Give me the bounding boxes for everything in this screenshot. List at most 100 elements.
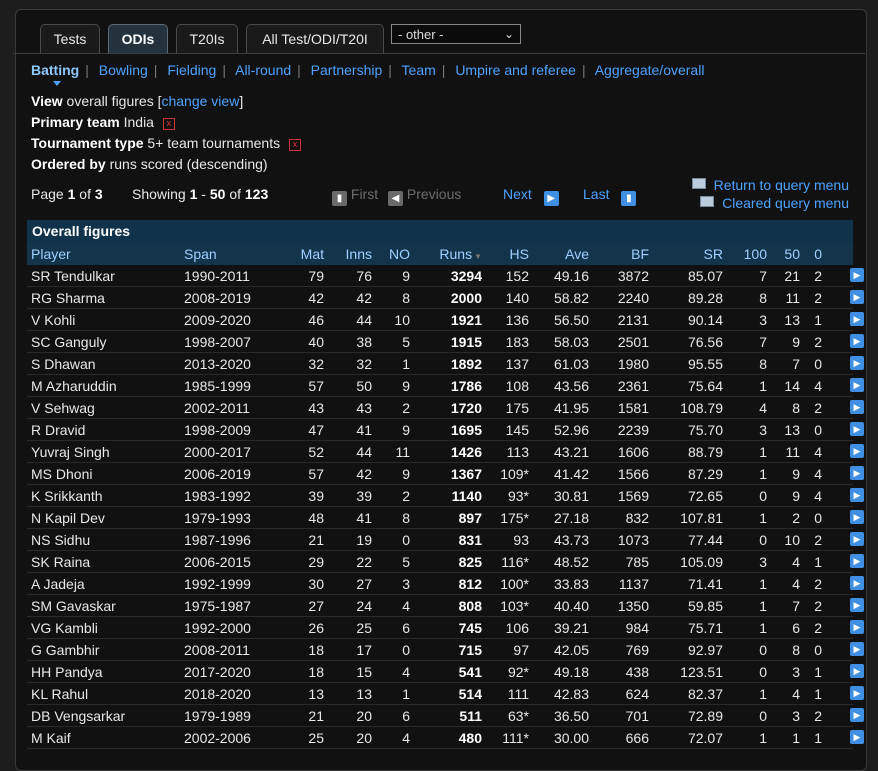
row-detail-arrow-icon[interactable]: ▶	[850, 400, 864, 414]
remove-filter-icon[interactable]: x	[162, 118, 175, 130]
nav-aggregate[interactable]: Aggregate/overall	[595, 62, 705, 78]
row-detail-arrow-icon[interactable]: ▶	[850, 708, 864, 722]
row-detail-arrow-icon[interactable]: ▶	[850, 290, 864, 304]
nav-umpire-referee[interactable]: Umpire and referee	[455, 62, 576, 78]
last-page-button[interactable]: Last ▮	[583, 186, 637, 206]
column-header-hundreds[interactable]: 100	[727, 243, 767, 265]
column-header-player[interactable]: Player	[31, 243, 181, 265]
cell-mat: 57	[308, 466, 324, 482]
cell-bf: 666	[625, 730, 649, 746]
cell-hundreds: 0	[759, 708, 767, 724]
row-detail-arrow-icon[interactable]: ▶	[850, 598, 864, 612]
tab-tests[interactable]: Tests	[40, 24, 100, 53]
cell-hs: 103*	[500, 598, 529, 614]
cell-mat: 40	[308, 334, 324, 350]
cell-runs: 1720	[450, 400, 482, 416]
table-row: K Srikkanth 1983-1992 39 39 2 1140 93* 30.81 156…	[27, 485, 864, 507]
row-detail-arrow-icon[interactable]: ▶	[850, 334, 864, 348]
cell-hs: 145	[505, 422, 529, 438]
stats-table: Overall figures Player Span Mat Inns NO Runs ▼…	[27, 220, 864, 749]
cell-runs: 897	[458, 510, 482, 526]
cell-ducks: 2	[814, 708, 822, 724]
cell-ducks: 2	[814, 576, 822, 592]
row-detail-arrow-icon[interactable]: ▶	[850, 642, 864, 656]
table-row: SR Tendulkar 1990-2011 79 76 9 3294 152 49.16 38…	[27, 265, 864, 287]
column-header-no[interactable]: NO	[372, 243, 410, 265]
nav-fielding[interactable]: Fielding	[167, 62, 216, 78]
row-detail-arrow-icon[interactable]: ▶	[850, 620, 864, 634]
cleared-query-link[interactable]: Cleared query menu	[700, 195, 849, 211]
row-detail-arrow-icon[interactable]: ▶	[850, 356, 864, 370]
nav-batting[interactable]: Batting	[31, 62, 79, 78]
cell-hs: 92*	[507, 664, 529, 680]
return-query-link[interactable]: Return to query menu	[691, 177, 849, 193]
row-detail-arrow-icon[interactable]: ▶	[850, 554, 864, 568]
cell-no: 8	[402, 510, 410, 526]
cell-ducks: 0	[814, 642, 822, 658]
cell-mat: 29	[308, 554, 324, 570]
nav-separator: |	[297, 62, 301, 78]
nav-bowling[interactable]: Bowling	[99, 62, 148, 78]
column-header-mat[interactable]: Mat	[282, 243, 324, 265]
column-header-inns[interactable]: Inns	[327, 243, 372, 265]
change-view-link[interactable]: change view	[161, 93, 239, 109]
chevron-down-icon: ⌄	[503, 27, 514, 41]
row-detail-arrow-icon[interactable]: ▶	[850, 730, 864, 744]
cell-player: SK Raina	[31, 554, 91, 570]
row-detail-arrow-icon[interactable]: ▶	[850, 378, 864, 392]
nav-team[interactable]: Team	[402, 62, 436, 78]
cell-hs: 116*	[501, 554, 529, 570]
row-detail-arrow-icon[interactable]: ▶	[850, 576, 864, 590]
column-header-ducks[interactable]: 0	[805, 243, 822, 265]
cell-bf: 2501	[617, 334, 649, 350]
row-detail-arrow-icon[interactable]: ▶	[850, 664, 864, 678]
nav-all-round[interactable]: All-round	[235, 62, 291, 78]
cell-mat: 32	[308, 356, 324, 372]
table-row: V Kohli 2009-2020 46 44 10 1921 136 56.50 2131 90…	[27, 309, 864, 331]
next-page-icon: ▶	[543, 191, 559, 206]
next-page-button[interactable]: Next ▶	[503, 186, 559, 206]
cell-runs: 511	[459, 708, 482, 724]
cell-player: RG Sharma	[31, 290, 105, 306]
cell-fifties: 13	[784, 422, 800, 438]
cell-no: 9	[402, 378, 410, 394]
cell-bf: 438	[625, 664, 649, 680]
remove-filter-icon[interactable]: x	[289, 139, 301, 151]
row-detail-arrow-icon[interactable]: ▶	[850, 532, 864, 546]
row-detail-arrow-icon[interactable]: ▶	[850, 510, 864, 524]
cell-ducks: 2	[814, 598, 822, 614]
column-header-sr[interactable]: SR	[659, 243, 723, 265]
cell-player: VG Kambli	[31, 620, 98, 636]
row-detail-arrow-icon[interactable]: ▶	[850, 488, 864, 502]
column-header-fifties[interactable]: 50	[772, 243, 800, 265]
column-header-span[interactable]: Span	[184, 243, 274, 265]
row-detail-arrow-icon[interactable]: ▶	[850, 444, 864, 458]
cell-no: 8	[402, 290, 410, 306]
column-header-ave[interactable]: Ave	[537, 243, 589, 265]
row-detail-arrow-icon[interactable]: ▶	[850, 422, 864, 436]
cell-bf: 785	[625, 554, 649, 570]
cell-bf: 984	[625, 620, 649, 636]
row-detail-arrow-icon[interactable]: ▶	[850, 466, 864, 480]
cell-runs: 812	[458, 576, 482, 592]
active-nav-indicator	[53, 81, 61, 86]
nav-partnership[interactable]: Partnership	[311, 62, 383, 78]
tab-odis[interactable]: ODIs	[108, 24, 168, 54]
column-header-bf[interactable]: BF	[597, 243, 649, 265]
cell-ducks: 0	[814, 356, 822, 372]
cell-no: 0	[402, 532, 410, 548]
row-detail-arrow-icon[interactable]: ▶	[850, 686, 864, 700]
row-detail-arrow-icon[interactable]: ▶	[850, 268, 864, 282]
tab-all-formats[interactable]: All Test/ODI/T20I	[246, 24, 384, 53]
cell-hundreds: 3	[759, 554, 767, 570]
cell-sr: 75.70	[687, 422, 723, 438]
cell-player: MS Dhoni	[31, 466, 93, 482]
other-format-select[interactable]: - other - ⌄	[391, 24, 521, 44]
cell-inns: 50	[356, 378, 372, 394]
table-row: SC Ganguly 1998-2007 40 38 5 1915 183 58.03 2501…	[27, 331, 864, 353]
column-header-hs[interactable]: HS	[487, 243, 529, 265]
tab-t20is[interactable]: T20Is	[176, 24, 238, 53]
row-detail-arrow-icon[interactable]: ▶	[850, 312, 864, 326]
cell-no: 4	[402, 730, 410, 746]
cell-fifties: 6	[792, 620, 800, 636]
